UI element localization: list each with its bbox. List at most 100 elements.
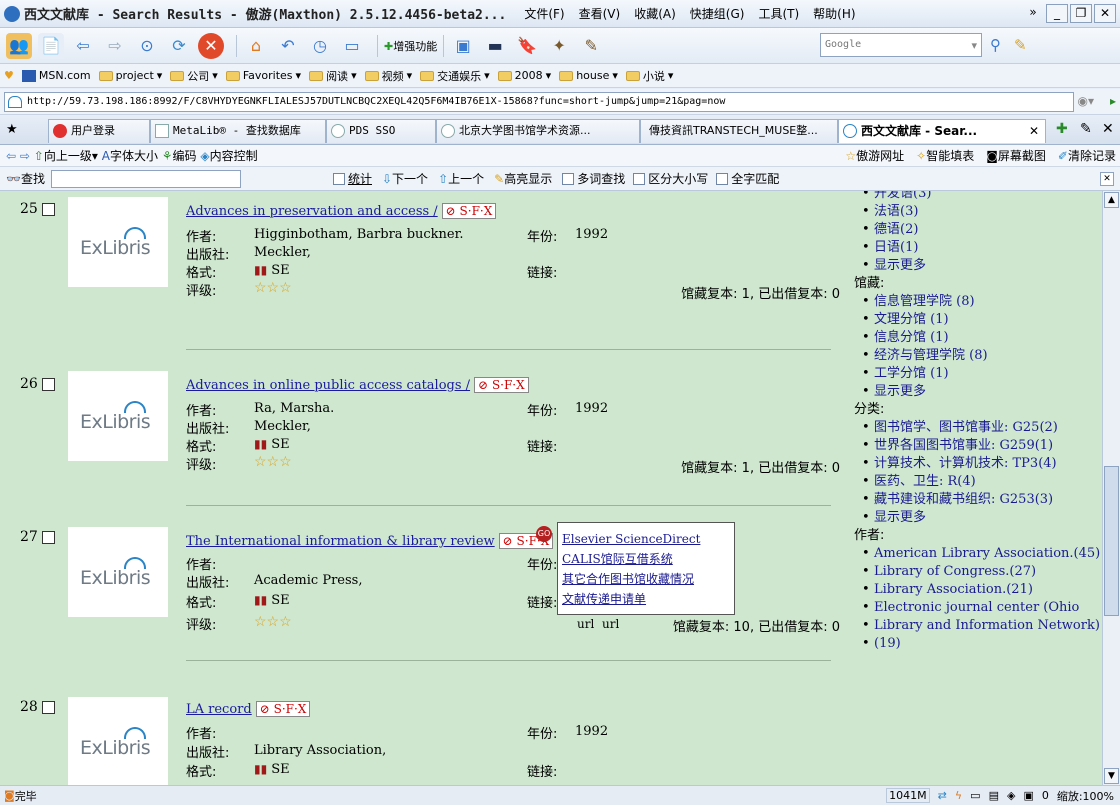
facet-item[interactable]: 医药、卫生: R(4) bbox=[850, 473, 1102, 491]
facet-item[interactable]: 开发语(3) bbox=[850, 191, 1102, 203]
facet-item[interactable]: 日语(1) bbox=[850, 239, 1102, 257]
history-icon[interactable]: ⊙ bbox=[134, 33, 160, 59]
new-tab-icon[interactable]: ✚ bbox=[1056, 121, 1068, 137]
content-control-button[interactable]: ◈内容控制 bbox=[200, 147, 257, 164]
sync-icon[interactable]: ⇄ bbox=[938, 789, 947, 802]
url-link[interactable]: url bbox=[602, 617, 619, 631]
bookmark-icon[interactable]: 🔖 bbox=[514, 33, 540, 59]
fav-folder[interactable]: 2008 ▾ bbox=[497, 69, 551, 82]
flash-icon[interactable]: ϟ bbox=[955, 789, 962, 802]
fav-folder[interactable]: 阅读 ▾ bbox=[309, 68, 357, 84]
whole-word-checkbox[interactable] bbox=[716, 172, 729, 185]
clock-icon[interactable]: ◷ bbox=[307, 33, 333, 59]
fav-folder[interactable]: 公司 ▾ bbox=[170, 68, 218, 84]
find-next-button[interactable]: ⇩下一个 bbox=[382, 170, 428, 187]
record-title-link[interactable]: The International information & library … bbox=[186, 533, 554, 549]
screenshot-button[interactable]: ◙屏幕截图 bbox=[986, 147, 1046, 164]
popup-link-sciencedirect[interactable]: Elsevier ScienceDirect bbox=[562, 529, 730, 549]
encoding-button[interactable]: ⚘编码 bbox=[162, 147, 197, 164]
close-tab-icon[interactable]: ✕ bbox=[1029, 120, 1039, 142]
fav-folder[interactable]: project ▾ bbox=[98, 69, 162, 82]
facet-item[interactable]: 法语(3) bbox=[850, 203, 1102, 221]
record-checkbox[interactable] bbox=[41, 202, 55, 216]
forward-icon[interactable]: ⇨ bbox=[20, 149, 30, 163]
back-icon[interactable]: ⇦ bbox=[6, 149, 16, 163]
close-icon[interactable]: ✕ bbox=[1102, 121, 1114, 137]
url-input[interactable]: http://59.73.198.186:8992/F/C8VHYDYEGNKF… bbox=[4, 92, 1074, 112]
chevron-down-icon[interactable]: ▾ bbox=[971, 39, 977, 52]
zoom-level[interactable]: 缩放:100% bbox=[1057, 788, 1114, 804]
show-more-link[interactable]: 显示更多 bbox=[850, 383, 1102, 401]
screen-icon[interactable]: ▭ bbox=[339, 33, 365, 59]
tab-pku-library[interactable]: 北京大学图书馆学术资源... bbox=[436, 119, 640, 143]
go-icon[interactable]: ▸ bbox=[1110, 94, 1116, 108]
record-checkbox[interactable] bbox=[41, 377, 55, 391]
search-engine-box[interactable]: Google ▾ bbox=[820, 33, 982, 57]
facet-item[interactable]: 工学分馆 (1) bbox=[850, 365, 1102, 383]
facet-item[interactable]: 藏书建设和藏书组织: G253(3) bbox=[850, 491, 1102, 509]
fav-folder[interactable]: 交通娱乐 ▾ bbox=[420, 68, 490, 84]
tab-active-results[interactable]: 西文文献库 - Sear... ✕ bbox=[838, 119, 1046, 143]
tools-icon[interactable]: ✎ bbox=[1080, 121, 1092, 137]
case-checkbox[interactable] bbox=[633, 172, 646, 185]
font-size-button[interactable]: A字体大小 bbox=[102, 147, 158, 164]
maxthon-sites-button[interactable]: ☆傲游网址 bbox=[845, 147, 904, 164]
facet-item[interactable]: 计算技术、计算机技术: TP3(4) bbox=[850, 455, 1102, 473]
folder-icon[interactable]: ▤ bbox=[989, 789, 999, 802]
tab-pds-sso[interactable]: PDS SSO bbox=[326, 119, 436, 143]
facet-item[interactable]: 信息分馆 (1) bbox=[850, 329, 1102, 347]
window-icon[interactable]: ▬ bbox=[482, 33, 508, 59]
record-checkbox[interactable] bbox=[41, 530, 55, 544]
record-checkbox[interactable] bbox=[41, 700, 55, 714]
popup-link-document-delivery[interactable]: 文献传递申请单 bbox=[562, 589, 730, 609]
record-title-link[interactable]: LA record ⊘ S·F·X bbox=[186, 701, 311, 717]
vertical-scrollbar[interactable]: ▲ ▼ bbox=[1102, 191, 1120, 785]
url-link[interactable]: url bbox=[577, 617, 594, 631]
tools-icon[interactable]: ✎ bbox=[578, 33, 604, 59]
up-level-button[interactable]: ⇧向上一级▾ bbox=[34, 147, 98, 164]
sfx-button[interactable]: ⊘ S·F·X bbox=[255, 701, 311, 717]
new-tab-icon[interactable]: 📄 bbox=[38, 32, 64, 59]
fav-msn[interactable]: MSN.com bbox=[21, 69, 91, 82]
scroll-up-icon[interactable]: ▲ bbox=[1104, 192, 1119, 208]
facet-item[interactable]: 图书馆学、图书馆事业: G25(2) bbox=[850, 419, 1102, 437]
go-icon[interactable]: GO bbox=[536, 526, 552, 542]
search-icon[interactable]: ⚲ bbox=[990, 36, 1001, 54]
screen-icon[interactable]: ▣ bbox=[1023, 789, 1033, 802]
record-title-link[interactable]: Advances in preservation and access / ⊘ S… bbox=[186, 203, 497, 219]
popup-link-partner-holdings[interactable]: 其它合作图书馆收藏情况 bbox=[562, 569, 730, 589]
chevron-down-icon[interactable]: » bbox=[1022, 4, 1044, 23]
close-find-icon[interactable]: ✕ bbox=[1100, 171, 1114, 186]
find-prev-button[interactable]: ⇧上一个 bbox=[438, 170, 484, 187]
back-icon[interactable]: ⇦ bbox=[70, 33, 96, 59]
users-icon[interactable]: 👥 bbox=[6, 32, 32, 59]
popup-link-calis[interactable]: CALIS馆际互借系统 bbox=[562, 549, 730, 569]
record-title-link[interactable]: Advances in online public access catalog… bbox=[186, 377, 529, 393]
scroll-down-icon[interactable]: ▼ bbox=[1104, 768, 1119, 784]
undo-icon[interactable]: ↶ bbox=[275, 33, 301, 59]
scroll-thumb[interactable] bbox=[1104, 466, 1119, 616]
highlight-icon[interactable]: ✎ bbox=[1014, 36, 1027, 54]
facet-item[interactable]: Electronic journal center (Ohio bbox=[850, 599, 1102, 617]
menu-help[interactable]: 帮助(H) bbox=[813, 5, 855, 22]
link-icon[interactable]: ◈ bbox=[1007, 789, 1015, 802]
star-icon[interactable]: ★ bbox=[6, 122, 18, 137]
fav-folder[interactable]: 小说 ▾ bbox=[625, 68, 673, 84]
home-icon[interactable]: ⌂ bbox=[243, 33, 269, 59]
facet-item-continued[interactable]: (19) bbox=[850, 635, 1102, 653]
autofill-button[interactable]: ✧智能填表 bbox=[916, 147, 974, 164]
highlight-button[interactable]: ✎高亮显示 bbox=[494, 170, 552, 187]
fav-folder[interactable]: house ▾ bbox=[559, 69, 618, 82]
menu-file[interactable]: 文件(F) bbox=[524, 5, 564, 22]
find-input[interactable] bbox=[50, 169, 241, 188]
forward-icon[interactable]: ⇨ bbox=[102, 33, 128, 59]
stats-checkbox[interactable] bbox=[332, 172, 345, 185]
fav-folder[interactable]: 视频 ▾ bbox=[364, 68, 412, 84]
menu-favorites[interactable]: 收藏(A) bbox=[634, 5, 676, 22]
restore-button[interactable]: ❐ bbox=[1070, 4, 1092, 23]
facet-item-continued[interactable]: Library and Information Network) bbox=[850, 617, 1102, 635]
close-button[interactable]: ✕ bbox=[1094, 4, 1116, 23]
security-icon[interactable]: ◉▾ bbox=[1078, 94, 1095, 108]
plugin-icon[interactable]: ✦ bbox=[546, 33, 572, 59]
tab-metalib[interactable]: MetaLib® - 查找数据库 bbox=[150, 119, 326, 143]
